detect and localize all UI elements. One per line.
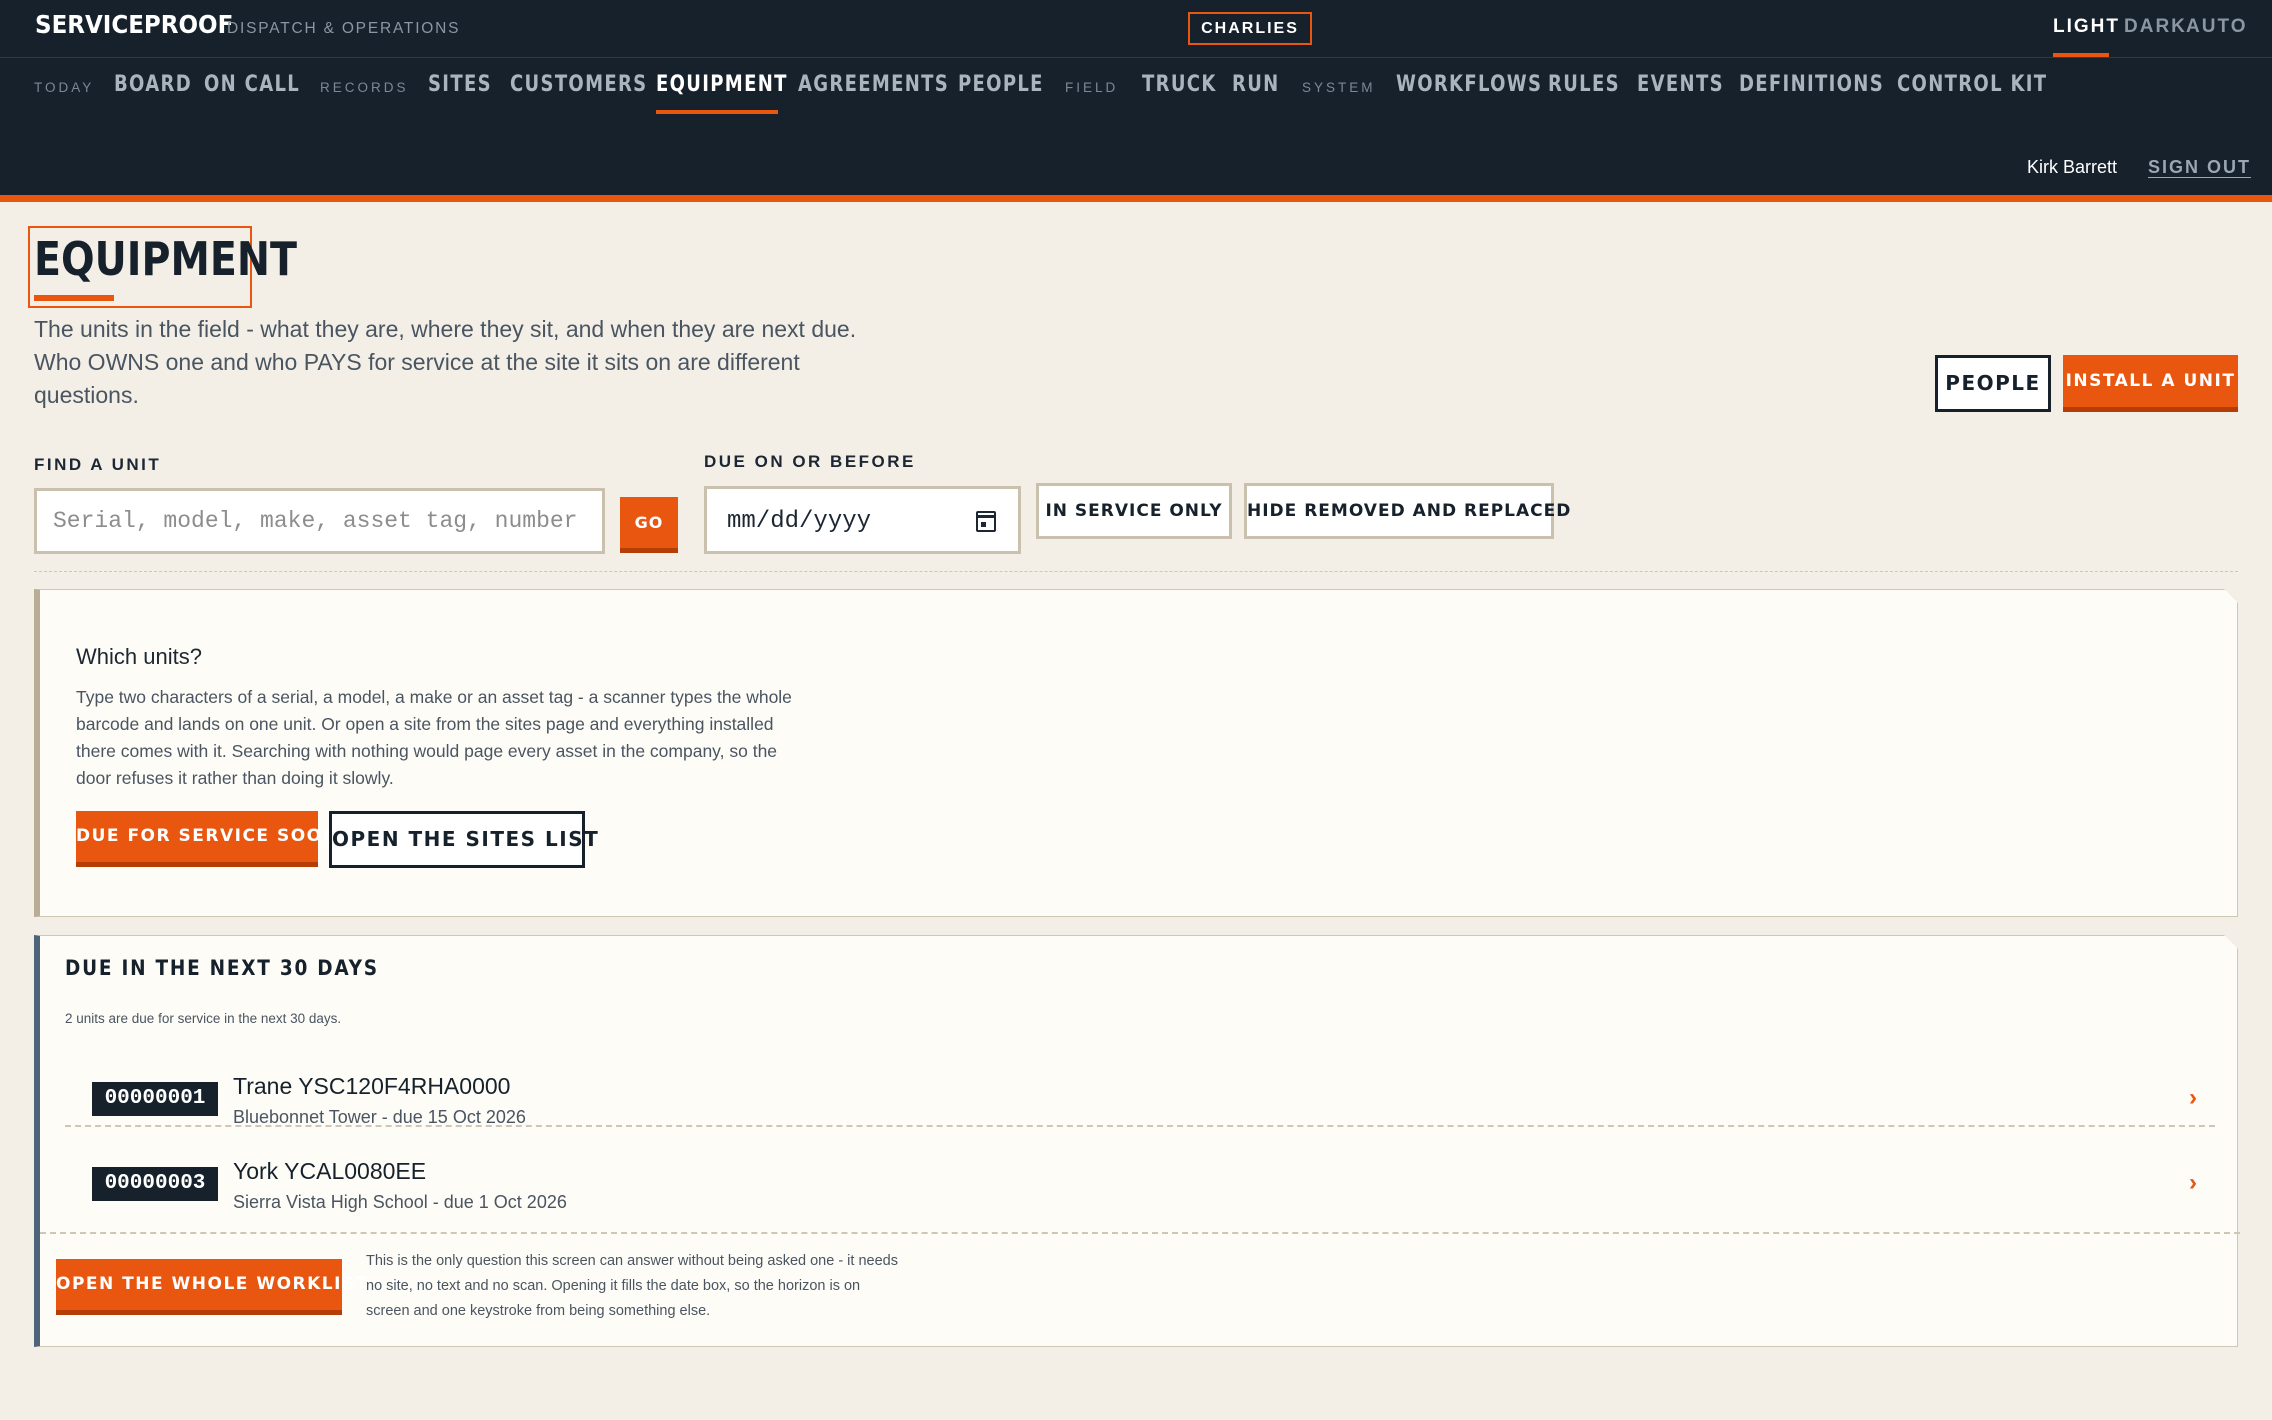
panel-corner bbox=[2223, 934, 2239, 950]
due-next-30-days-panel: DUE IN THE NEXT 30 DAYS 2 units are due … bbox=[34, 934, 2240, 1347]
nav-on-call[interactable]: ON CALL bbox=[204, 72, 300, 97]
install-unit-button[interactable]: INSTALL A UNIT bbox=[2063, 355, 2238, 412]
row-divider bbox=[65, 1125, 2215, 1127]
unit-site-due: Sierra Vista High School - due 1 Oct 202… bbox=[233, 1192, 567, 1212]
due-date-label: DUE ON OR BEFORE bbox=[704, 452, 916, 471]
unit-name: Trane YSC120F4RHA0000 bbox=[233, 1073, 511, 1099]
find-unit-label: FIND A UNIT bbox=[34, 455, 162, 474]
people-button[interactable]: PEOPLE bbox=[1935, 355, 2051, 412]
nav-group-today: TODAY bbox=[34, 80, 95, 95]
nav-customers[interactable]: CUSTOMERS bbox=[510, 72, 647, 97]
nav-agreements[interactable]: AGREEMENTS bbox=[798, 72, 949, 97]
chevron-right-icon: › bbox=[2189, 1169, 2197, 1196]
page-title-underline bbox=[34, 295, 114, 301]
nav-run[interactable]: RUN bbox=[1232, 72, 1280, 97]
page-description: The units in the field - what they are, … bbox=[34, 316, 857, 408]
go-button[interactable]: GO bbox=[620, 497, 678, 553]
in-service-only-toggle[interactable]: IN SERVICE ONLY bbox=[1036, 483, 1232, 539]
due-count-text: 2 units are due for service in the next … bbox=[65, 1011, 342, 1026]
worklist-divider bbox=[40, 1232, 2240, 1234]
panel-corner bbox=[2223, 588, 2239, 604]
theme-light[interactable]: LIGHT bbox=[2053, 16, 2120, 38]
brand-subtitle: DISPATCH & OPERATIONS bbox=[227, 20, 461, 37]
nav-truck[interactable]: TRUCK bbox=[1142, 72, 1217, 97]
nav-control-kit[interactable]: CONTROL KIT bbox=[1897, 72, 2047, 97]
open-whole-worklist-button[interactable]: OPEN THE WHOLE WORKLIST bbox=[56, 1259, 367, 1315]
hide-removed-toggle[interactable]: HIDE REMOVED AND REPLACED bbox=[1244, 483, 1570, 539]
unit-name: York YCAL0080EE bbox=[233, 1158, 427, 1184]
nav-group-system: SYSTEM bbox=[1302, 80, 1376, 95]
unit-row[interactable]: 00000003 York YCAL0080EE Sierra Vista Hi… bbox=[65, 1139, 2215, 1223]
due-date-placeholder: mm/dd/yyyy bbox=[727, 508, 872, 535]
theme-dark[interactable]: DARK bbox=[2124, 16, 2187, 38]
brand-logo[interactable]: SERVICEPROOF bbox=[35, 10, 233, 39]
worklist-note: This is the only question this screen ca… bbox=[366, 1253, 898, 1319]
theme-auto[interactable]: AUTO bbox=[2186, 16, 2247, 38]
tenant-button[interactable]: CHARLIES bbox=[1188, 12, 1312, 45]
due-panel-title: DUE IN THE NEXT 30 DAYS bbox=[65, 956, 379, 980]
which-units-panel: Which units? Type two characters of a se… bbox=[34, 588, 2239, 917]
nav-rules[interactable]: RULES bbox=[1548, 72, 1620, 97]
sign-out-link[interactable]: SIGN OUT bbox=[2148, 157, 2251, 178]
nav-equipment[interactable]: EQUIPMENT bbox=[656, 72, 788, 97]
nav-people[interactable]: PEOPLE bbox=[958, 72, 1044, 97]
nav-definitions[interactable]: DEFINITIONS bbox=[1739, 72, 1884, 97]
top-bar: SERVICEPROOF DISPATCH & OPERATIONS CHARL… bbox=[0, 0, 2272, 197]
page-title: EQUIPMENT bbox=[34, 232, 297, 286]
due-date-input[interactable]: mm/dd/yyyy bbox=[704, 486, 1021, 554]
user-name: Kirk Barrett bbox=[2027, 157, 2118, 177]
nav-sites[interactable]: SITES bbox=[428, 72, 492, 97]
header-divider bbox=[0, 57, 2272, 58]
due-for-service-soon-button[interactable]: DUE FOR SERVICE SOON bbox=[76, 811, 337, 867]
unit-asset-tag: 00000001 bbox=[92, 1082, 218, 1116]
chevron-right-icon: › bbox=[2189, 1084, 2197, 1111]
nav-active-indicator bbox=[656, 110, 778, 114]
nav-group-records: RECORDS bbox=[320, 80, 409, 95]
calendar-icon[interactable] bbox=[976, 511, 996, 532]
which-units-title: Which units? bbox=[76, 644, 202, 669]
header-accent-bar bbox=[0, 195, 2272, 202]
nav-events[interactable]: EVENTS bbox=[1637, 72, 1724, 97]
unit-asset-tag: 00000003 bbox=[92, 1167, 218, 1201]
filter-divider bbox=[34, 571, 2238, 572]
open-sites-list-button[interactable]: OPEN THE SITES LIST bbox=[329, 811, 598, 868]
find-unit-input[interactable] bbox=[34, 488, 605, 554]
nav-workflows[interactable]: WORKFLOWS bbox=[1396, 72, 1542, 97]
nav-group-field: FIELD bbox=[1065, 80, 1119, 95]
nav-board[interactable]: BOARD bbox=[114, 72, 192, 97]
which-units-text: Type two characters of a serial, a model… bbox=[76, 687, 792, 788]
